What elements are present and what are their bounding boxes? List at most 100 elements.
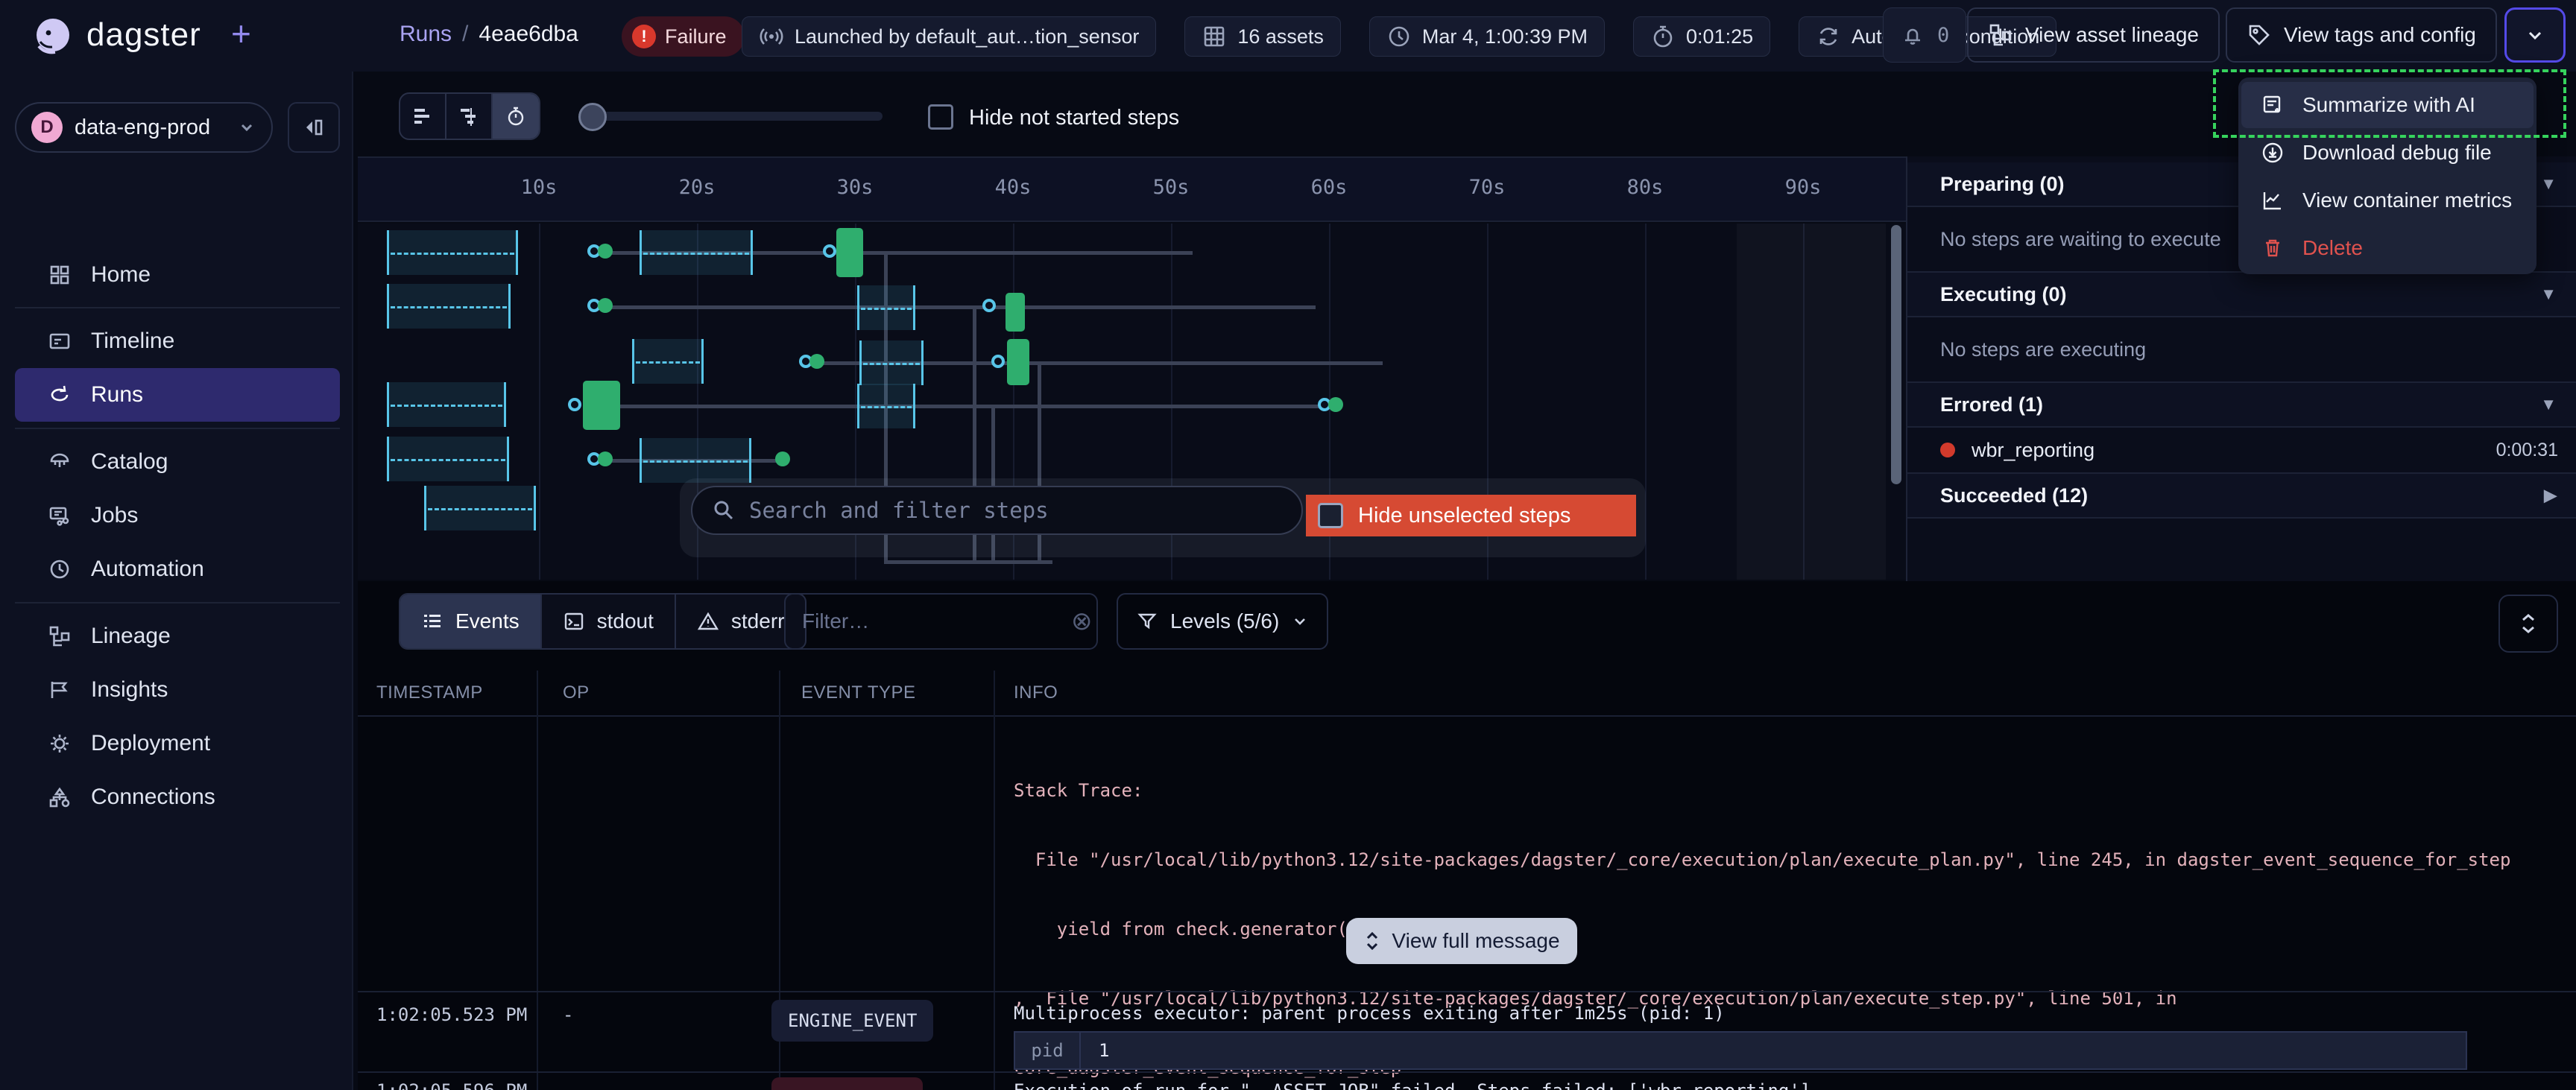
up-down-chevrons-icon [2518, 611, 2539, 636]
workspace-selector[interactable]: D data-eng-prod [15, 102, 273, 153]
section-succeeded-header[interactable]: Succeeded (12) ▶ [1907, 474, 2576, 519]
gantt-step-pending-bar[interactable] [387, 437, 509, 481]
catalog-icon [48, 450, 72, 474]
gantt-step-pending-bar[interactable] [859, 340, 924, 385]
menu-item-label: Summarize with AI [2302, 93, 2475, 117]
gantt-step-succeeded-bar[interactable] [583, 381, 620, 430]
status-badge: ! Failure [622, 16, 745, 57]
collapse-triangle-icon[interactable]: ▼ [2540, 174, 2557, 194]
event-type-tag[interactable]: RUN_FAILURE [771, 1077, 923, 1090]
menu-item-summarize-ai[interactable]: Summarize with AI [2241, 82, 2534, 128]
tab-events[interactable]: Events [400, 595, 542, 648]
menu-item-download-debug[interactable]: Download debug file [2241, 130, 2534, 176]
chip-assets[interactable]: 16 assets [1184, 16, 1341, 57]
notifications-button[interactable]: 0 [1883, 7, 1966, 63]
gantt-step-pending-bar[interactable] [857, 285, 915, 330]
flat-list-icon [411, 105, 434, 127]
gantt-zoom-slider-thumb[interactable] [578, 103, 607, 131]
gantt-time-axis: 10s 20s 30s 40s 50s 60s 70s 80s 90s [358, 156, 1906, 222]
view-asset-lineage-button[interactable]: View asset lineage [1967, 7, 2220, 63]
gantt-mode-timed-button[interactable] [493, 93, 539, 139]
expand-vertical-icon [1363, 930, 1381, 952]
brand-name: dagster [86, 16, 201, 54]
sidebar-item-timeline[interactable]: Timeline [15, 314, 340, 368]
gantt-step-pending-bar[interactable] [640, 230, 753, 275]
event-type-tag[interactable]: ENGINE_EVENT [771, 1000, 933, 1042]
log-view-tabs: Events stdout stderr [399, 593, 806, 650]
view-tags-config-button[interactable]: View tags and config [2226, 7, 2497, 63]
sidebar-item-runs[interactable]: Runs [15, 368, 340, 422]
tab-stdout[interactable]: stdout [542, 595, 676, 648]
gantt-vertical-scrollbar[interactable] [1891, 225, 1901, 484]
gantt-step-pending-bar[interactable] [857, 384, 915, 428]
gantt-step-pending-bar[interactable] [387, 230, 518, 275]
chip-label: 16 assets [1237, 25, 1324, 48]
gantt-step-succeeded-bar[interactable] [1007, 339, 1029, 385]
section-errored-header[interactable]: Errored (1) ▼ [1907, 383, 2576, 428]
gantt-step-pending-bar[interactable] [632, 339, 704, 384]
collapse-triangle-icon[interactable]: ▼ [2540, 285, 2557, 304]
scroll-order-button[interactable] [2498, 595, 2558, 653]
gantt-step-pending-bar[interactable] [640, 438, 751, 483]
menu-item-delete[interactable]: Delete [2241, 225, 2534, 271]
gantt-view-mode-group [399, 92, 540, 140]
gantt-step-pending-bar[interactable] [387, 382, 506, 427]
levels-dropdown[interactable]: Levels (5/6) [1117, 593, 1328, 650]
errored-step-row[interactable]: wbr_reporting 0:00:31 [1907, 428, 2576, 474]
sidebar-item-insights[interactable]: Insights [15, 663, 340, 717]
menu-item-container-metrics[interactable]: View container metrics [2241, 177, 2534, 224]
clear-filter-icon[interactable]: ⊗ [1071, 606, 1093, 636]
event-timestamp[interactable]: 1:02:05.596 PM [376, 1080, 527, 1090]
collapse-triangle-icon[interactable]: ▼ [2540, 395, 2557, 414]
hide-unselected-highlight: Hide unselected steps [1306, 495, 1636, 536]
sidebar: D data-eng-prod Home Timeline [0, 72, 353, 1090]
gantt-mode-waterfall-button[interactable] [446, 93, 493, 139]
section-executing-empty: No steps are executing [1907, 317, 2576, 383]
timeline-icon [48, 329, 72, 353]
dagster-app: dagster + Runs / 4eae6dba ! Failure Laun… [0, 0, 2576, 1090]
sidebar-item-jobs[interactable]: Jobs [15, 489, 340, 542]
log-filter-input[interactable] [802, 609, 1071, 633]
sidebar-item-connections[interactable]: Connections [15, 770, 340, 824]
breadcrumb-separator: / [452, 22, 479, 47]
stopwatch-icon [505, 105, 527, 127]
chip-launched-by[interactable]: Launched by default_aut…tion_sensor [742, 16, 1156, 57]
section-executing-header[interactable]: Executing (0) ▼ [1907, 273, 2576, 317]
hide-not-started-checkbox[interactable] [928, 104, 953, 130]
gantt-step-succeeded-bar[interactable] [836, 228, 863, 277]
sidebar-item-catalog[interactable]: Catalog [15, 435, 340, 489]
sidebar-item-label: Connections [91, 785, 215, 810]
summarize-icon [2261, 93, 2285, 117]
sidebar-item-label: Automation [91, 557, 204, 582]
runs-loop-icon [48, 383, 72, 407]
meta-key: pid [1015, 1033, 1081, 1068]
connections-icon [48, 785, 72, 809]
row-divider [358, 991, 2576, 992]
hide-unselected-checkbox[interactable] [1318, 503, 1343, 528]
chip-start-time[interactable]: Mar 4, 1:00:39 PM [1369, 16, 1605, 57]
gantt-step-succeeded-bar[interactable] [1006, 293, 1025, 332]
sidebar-item-automation[interactable]: Automation [15, 542, 340, 596]
breadcrumb-runs-link[interactable]: Runs [400, 22, 452, 47]
run-actions-dropdown-button[interactable] [2504, 7, 2566, 63]
sidebar-item-deployment[interactable]: Deployment [15, 717, 340, 770]
dagster-logo-icon [33, 15, 75, 57]
gantt-zoom-slider-track[interactable] [589, 112, 883, 121]
menu-item-label: Delete [2302, 236, 2363, 260]
gantt-step-pending-bar[interactable] [387, 284, 511, 329]
event-timestamp[interactable]: 1:02:05.523 PM [376, 1004, 527, 1025]
workspace-name: data-eng-prod [75, 115, 225, 140]
tag-icon [2247, 22, 2272, 48]
expand-triangle-icon[interactable]: ▶ [2544, 486, 2557, 505]
sidebar-item-home[interactable]: Home [15, 248, 340, 302]
chevron-down-icon [2524, 24, 2546, 46]
sidebar-item-lineage[interactable]: Lineage [15, 609, 340, 663]
step-search-box[interactable] [691, 486, 1303, 535]
gantt-step-pending-bar[interactable] [424, 486, 536, 530]
step-search-input[interactable] [749, 498, 1226, 523]
chip-duration[interactable]: 0:01:25 [1633, 16, 1770, 57]
sidebar-collapse-button[interactable] [288, 102, 340, 153]
view-full-message-button[interactable]: View full message [1346, 918, 1577, 964]
insights-icon [48, 678, 72, 702]
gantt-mode-flat-button[interactable] [400, 93, 446, 139]
